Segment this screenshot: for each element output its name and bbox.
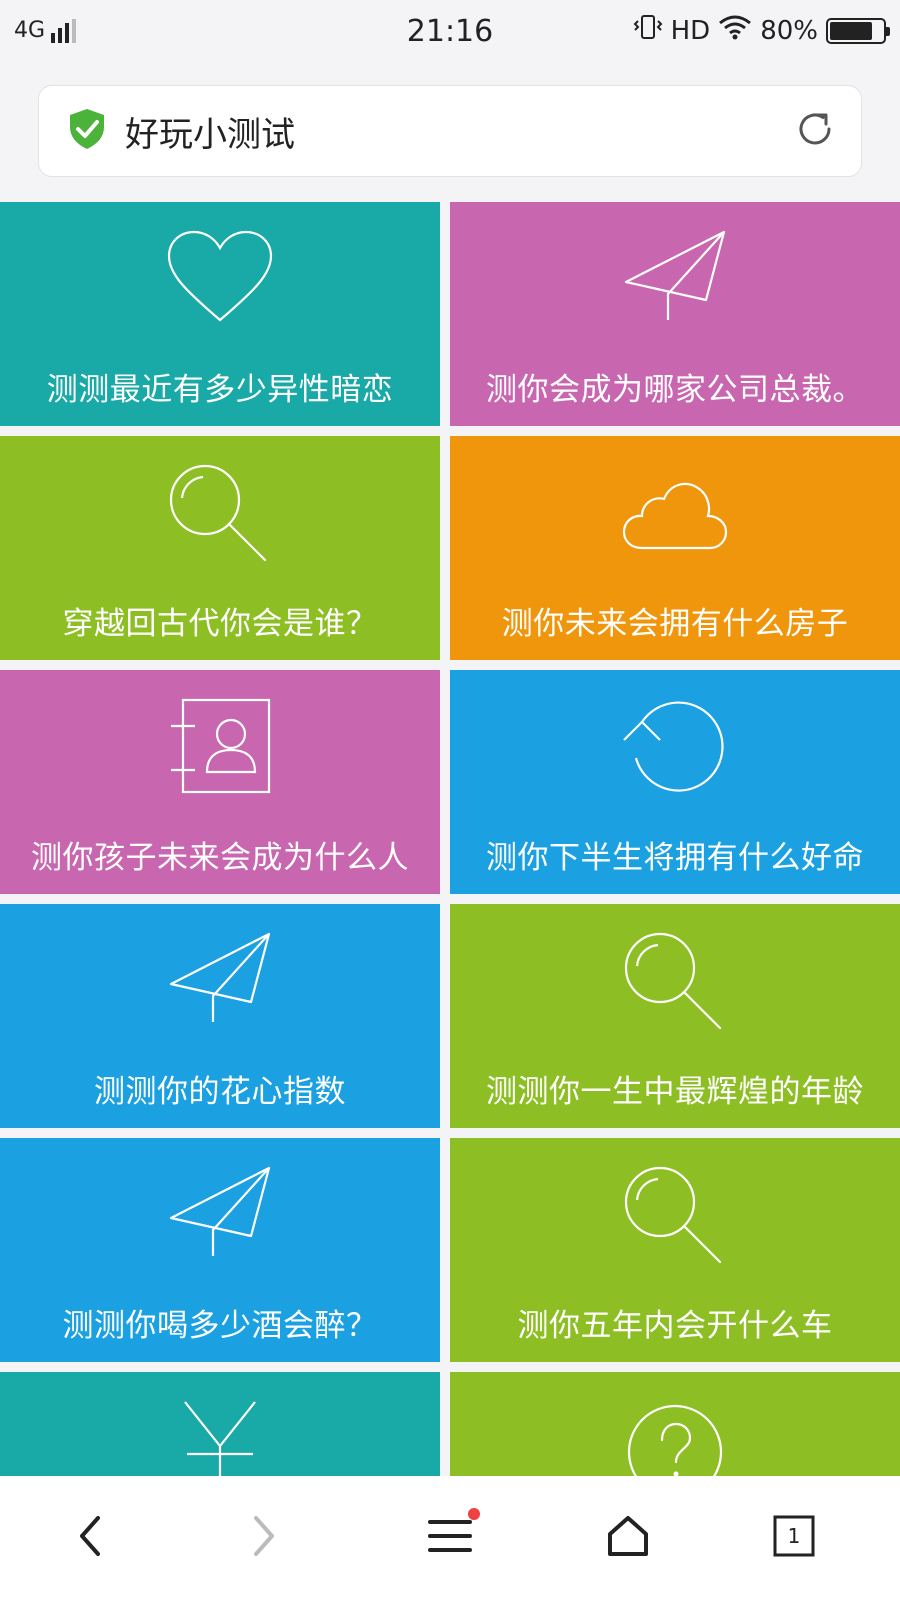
quiz-tile-label: 测测最近有多少异性暗恋 — [46, 372, 394, 408]
quiz-tile-label: 测测你喝多少酒会醉？ — [62, 1308, 378, 1344]
quiz-tile[interactable] — [450, 1372, 900, 1476]
quiz-tile-label: 穿越回古代你会是谁？ — [62, 606, 378, 642]
quiz-tile[interactable]: 测你孩子未来会成为什么人 — [0, 670, 440, 894]
chevron-right-icon — [254, 1516, 274, 1556]
battery-icon — [826, 17, 890, 44]
quiz-tile[interactable]: 测你会成为哪家公司总裁。 — [450, 202, 900, 426]
battery-percent: 80% — [760, 15, 818, 46]
menu-icon — [428, 1520, 472, 1552]
back-button[interactable] — [58, 1504, 122, 1568]
forward-button[interactable] — [232, 1504, 296, 1568]
page-title: 好玩小测试 — [125, 114, 295, 155]
quiz-tile-label: 测测你的花心指数 — [94, 1074, 346, 1110]
quiz-tile-label: 测测你一生中最辉煌的年龄 — [486, 1074, 864, 1110]
quiz-tile[interactable]: 测你五年内会开什么车 — [450, 1138, 900, 1362]
vibrate-icon — [633, 14, 663, 47]
chevron-left-icon — [80, 1516, 100, 1556]
address-bar[interactable]: 好玩小测试 — [38, 85, 862, 177]
shield-check-icon — [67, 107, 107, 155]
quiz-tile[interactable]: 测测你喝多少酒会醉？ — [0, 1138, 440, 1362]
quiz-tile[interactable]: 测你下半生将拥有什么好命 — [450, 670, 900, 894]
bottom-nav: 1 — [0, 1476, 900, 1600]
quiz-tile-label: 测你未来会拥有什么房子 — [501, 606, 849, 642]
wifi-icon — [718, 14, 752, 47]
notification-dot — [468, 1508, 480, 1520]
battery-fill — [830, 21, 872, 40]
quiz-tile-label: 测你五年内会开什么车 — [517, 1308, 833, 1344]
status-right: HD 80% — [633, 14, 890, 47]
menu-button[interactable] — [418, 1504, 482, 1568]
quiz-tile[interactable] — [0, 1372, 440, 1476]
quiz-tile-label: 测你孩子未来会成为什么人 — [31, 840, 409, 876]
quiz-tile-label: 测你下半生将拥有什么好命 — [486, 840, 864, 876]
quiz-tile[interactable]: 测测最近有多少异性暗恋 — [0, 202, 440, 426]
quiz-grid: 测测最近有多少异性暗恋 测你会成为哪家公司总裁。穿越回古代你会是谁？ 测你未来会拥有… — [0, 202, 900, 1476]
status-bar: 4G 21:16 HD 80% — [0, 0, 900, 64]
tabs-button[interactable]: 1 — [762, 1504, 826, 1568]
quiz-tile[interactable]: 测测你一生中最辉煌的年龄 — [450, 904, 900, 1128]
quiz-tile-label: 测你会成为哪家公司总裁。 — [486, 372, 864, 408]
refresh-icon[interactable] — [793, 107, 837, 155]
tabs-count: 1 — [787, 1524, 801, 1548]
home-button[interactable] — [596, 1504, 660, 1568]
hd-label: HD — [670, 15, 711, 46]
quiz-tile[interactable]: 穿越回古代你会是谁？ — [0, 436, 440, 660]
quiz-tile[interactable]: 测你未来会拥有什么房子 — [450, 436, 900, 660]
quiz-tile[interactable]: 测测你的花心指数 — [0, 904, 440, 1128]
home-icon — [608, 1516, 648, 1556]
